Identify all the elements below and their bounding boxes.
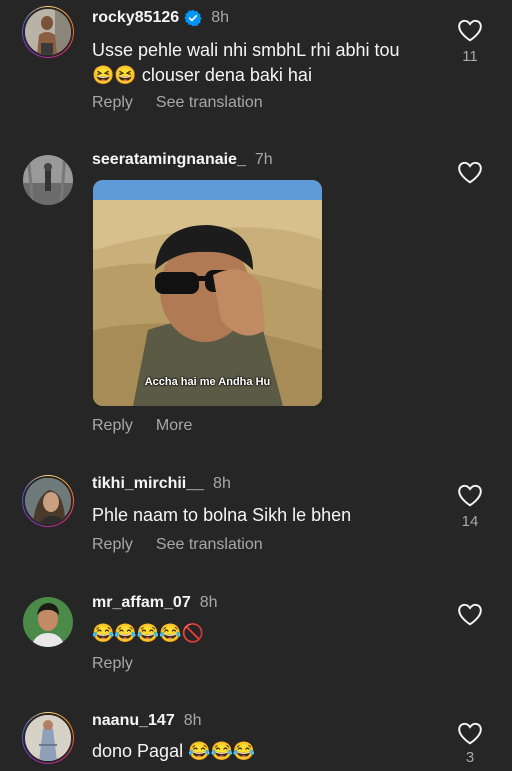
comment-text: 😂😂😂😂🚫 — [92, 621, 442, 646]
reply-button[interactable]: Reply — [92, 94, 133, 112]
comment-header: tikhi_mirchii__ 8h — [92, 475, 231, 493]
reply-button[interactable]: Reply — [92, 655, 133, 673]
see-translation-button[interactable]: See translation — [156, 94, 263, 112]
verified-badge-icon — [184, 9, 202, 27]
username[interactable]: rocky85126 — [92, 9, 179, 27]
timestamp: 8h — [211, 9, 229, 26]
comment-text-line: Usse pehle wali nhi smbhL rhi abhi tou — [92, 40, 400, 60]
more-button[interactable]: More — [156, 417, 192, 435]
like-count: 3 — [465, 749, 475, 766]
see-translation-button[interactable]: See translation — [156, 536, 263, 554]
comment-text: Phle naam to bolna Sikh le bhen — [92, 505, 352, 525]
comment-header: naanu_147 8h — [92, 712, 202, 730]
username[interactable]: mr_affam_07 — [92, 594, 191, 612]
comment-actions: Reply More — [92, 417, 192, 435]
comment-text-line: dono Pagal — [92, 741, 189, 761]
comment-text-line: clouser dena baki hai — [136, 65, 312, 85]
comment-actions: Reply See translation — [92, 94, 263, 112]
gif-caption: Accha hai me Andha Hu — [144, 376, 271, 388]
like-control: 11 — [456, 18, 484, 65]
timestamp: 8h — [213, 475, 231, 492]
comment-actions: Reply See translation — [92, 536, 263, 554]
reply-button[interactable]: Reply — [92, 536, 133, 554]
comment-text: dono Pagal 😂😂😂 — [92, 739, 442, 764]
username[interactable]: tikhi_mirchii__ — [92, 475, 204, 493]
timestamp: 8h — [183, 712, 202, 729]
avatar[interactable] — [22, 154, 74, 206]
reply-button[interactable]: Reply — [92, 417, 133, 435]
heart-outline-icon[interactable] — [457, 483, 483, 507]
like-control — [456, 160, 484, 184]
like-control: 3 — [456, 721, 484, 766]
comment-text: Usse pehle wali nhi smbhL rhi abhi tou 😆… — [92, 38, 442, 88]
comment-actions: Reply — [92, 655, 133, 673]
gif-image[interactable]: Accha hai me Andha Hu — [93, 180, 322, 406]
emoji: 😂😂😂😂🚫 — [92, 623, 205, 643]
like-control — [456, 602, 484, 626]
heart-outline-icon[interactable] — [457, 160, 483, 184]
like-count: 14 — [461, 513, 479, 530]
comment-header: mr_affam_07 8h — [92, 594, 218, 612]
username[interactable]: naanu_147 — [92, 712, 175, 730]
timestamp: 7h — [254, 151, 273, 168]
comment-header: rocky85126 8h — [92, 9, 229, 27]
avatar[interactable] — [22, 475, 74, 527]
avatar[interactable] — [22, 596, 74, 648]
heart-outline-icon[interactable] — [457, 602, 483, 626]
comment-header: seeratamingnanaie_ 7h — [92, 151, 273, 169]
emoji: 😆😆 — [92, 65, 137, 85]
heart-outline-icon[interactable] — [457, 18, 483, 42]
like-count: 11 — [462, 48, 478, 65]
avatar[interactable] — [22, 6, 74, 58]
emoji: 😂😂😂 — [188, 741, 256, 761]
avatar[interactable] — [22, 712, 74, 764]
timestamp: 8h — [199, 594, 218, 611]
heart-outline-icon[interactable] — [457, 721, 483, 745]
like-control: 14 — [456, 483, 484, 530]
username[interactable]: seeratamingnanaie_ — [92, 151, 246, 169]
